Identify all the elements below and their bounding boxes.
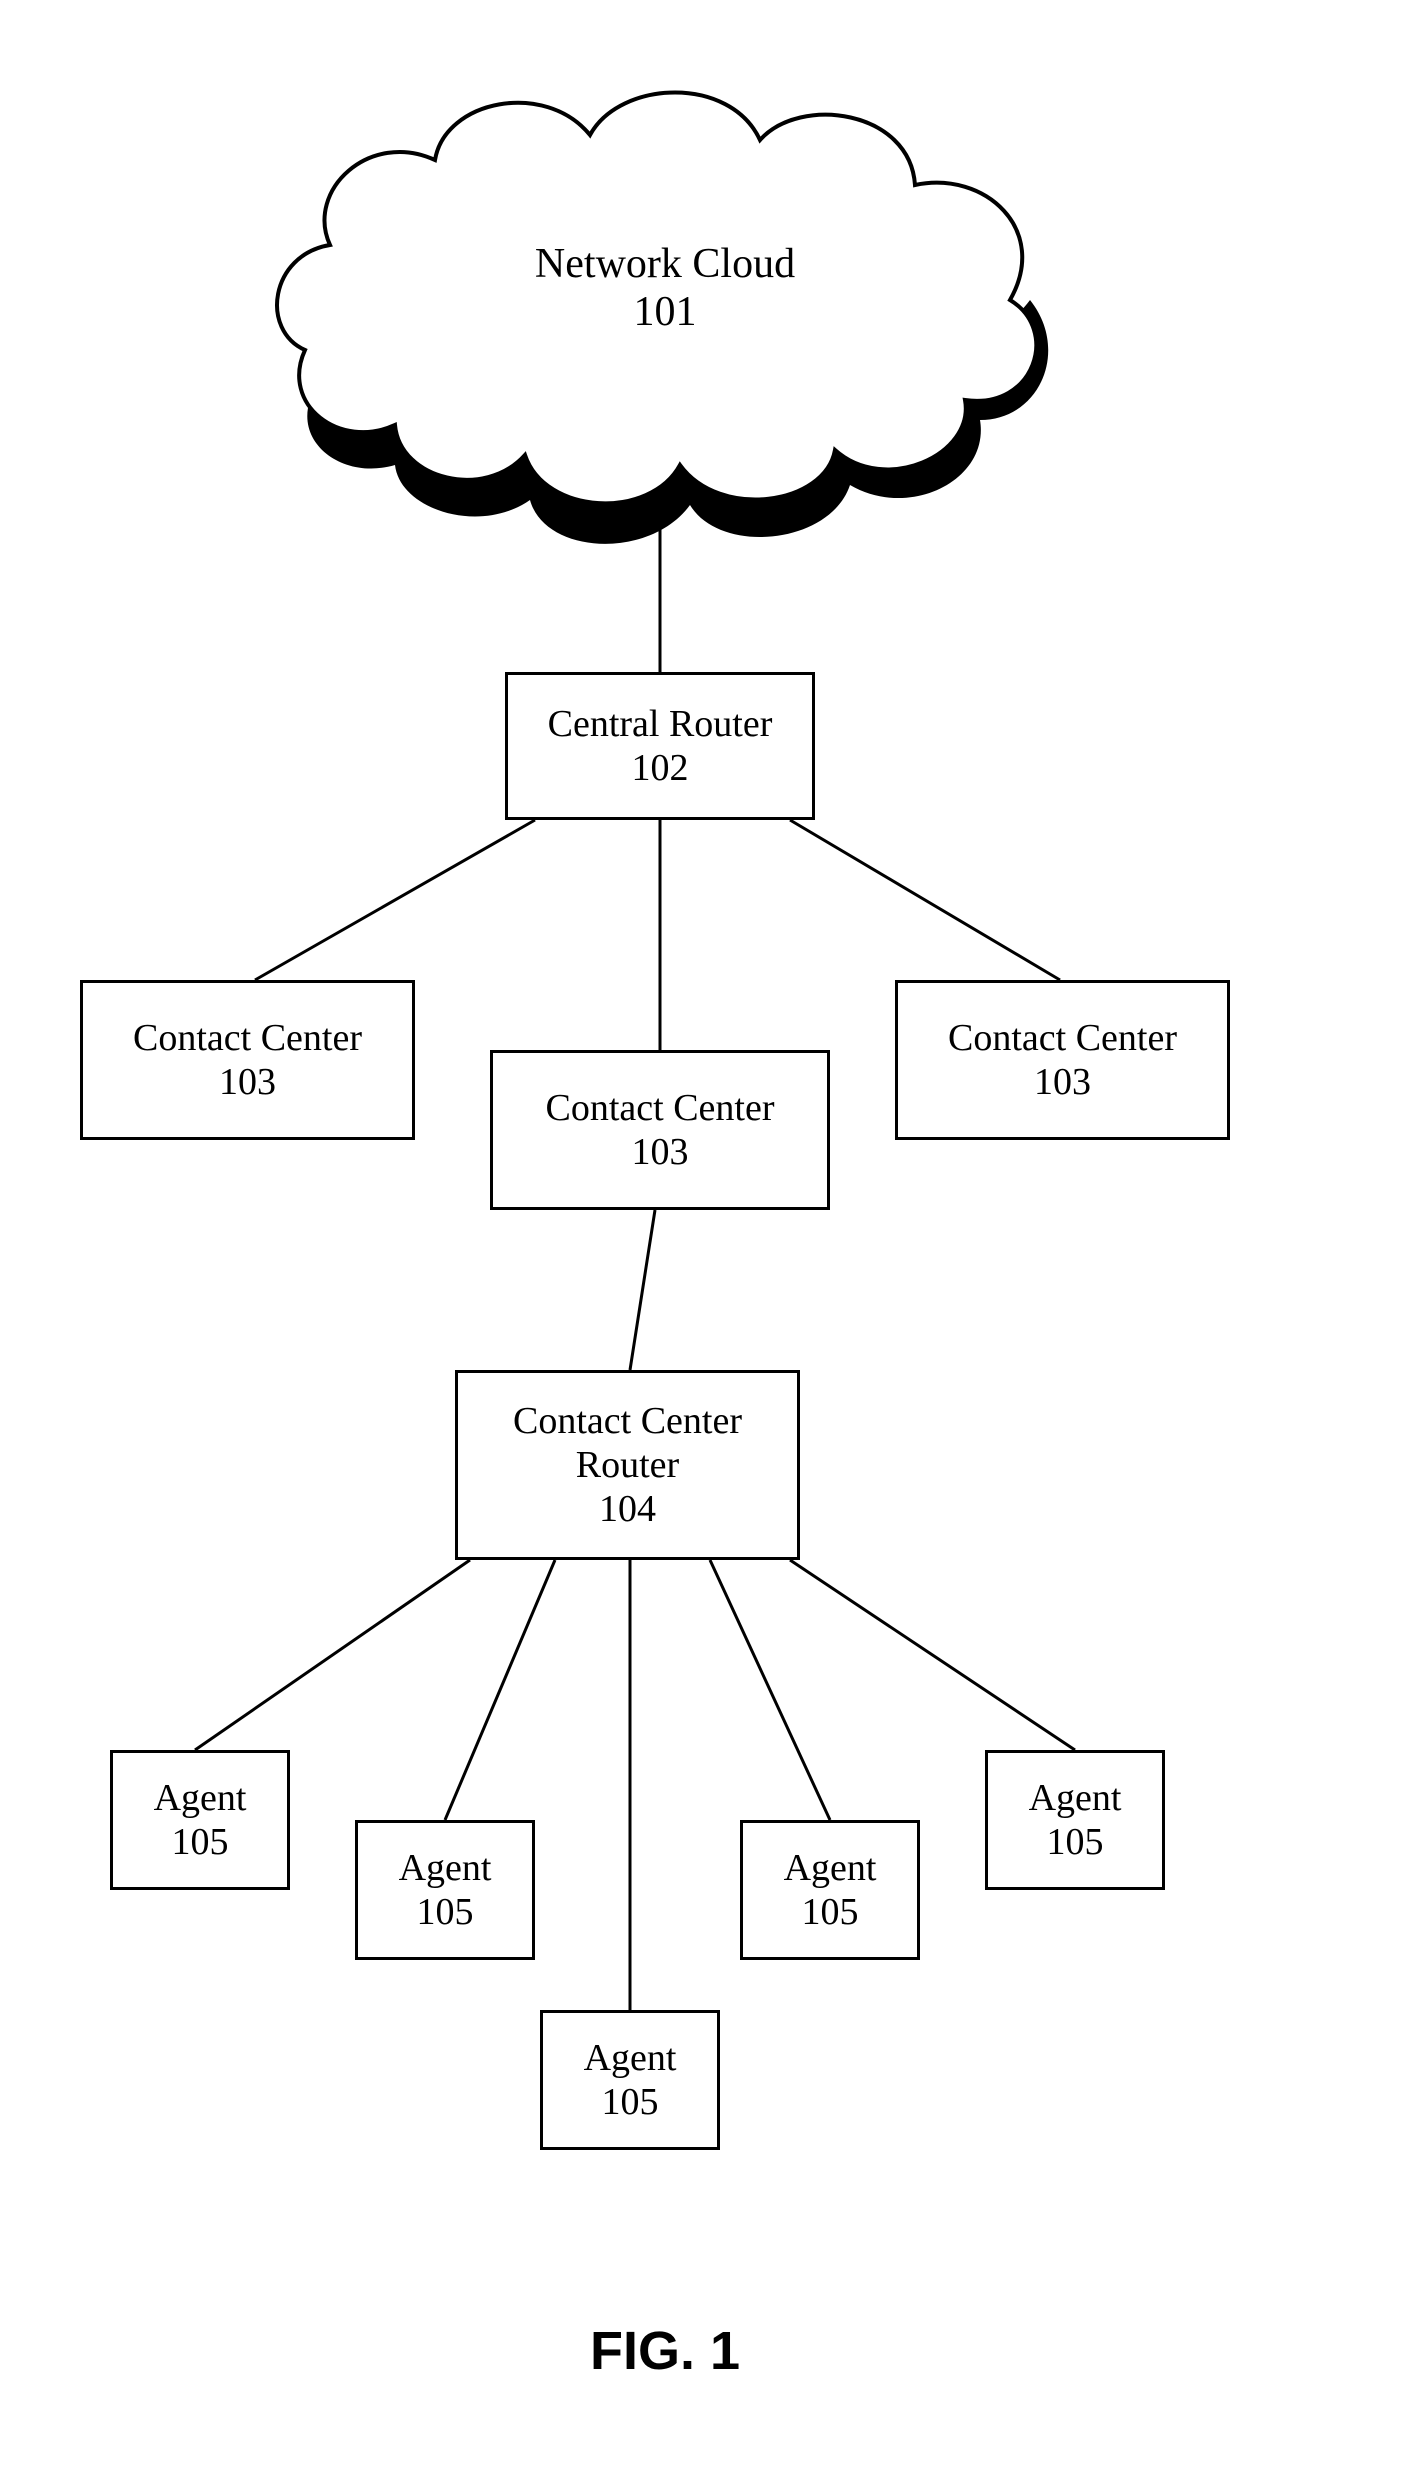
cc-right-ref: 103 <box>1034 1060 1091 1104</box>
agent3-title: Agent <box>584 2036 677 2080</box>
cc-mid-ref: 103 <box>632 1130 689 1174</box>
figure-caption: FIG. 1 <box>590 2320 740 2382</box>
agent5-title: Agent <box>1029 1776 1122 1820</box>
cc-mid-title: Contact Center <box>546 1086 775 1130</box>
agent-2-node: Agent 105 <box>355 1820 535 1960</box>
central-router-ref: 102 <box>632 746 689 790</box>
agent2-ref: 105 <box>417 1890 474 1934</box>
cc-router-ref: 104 <box>599 1487 656 1531</box>
central-router-node: Central Router 102 <box>505 672 815 820</box>
agent-3-node: Agent 105 <box>540 2010 720 2150</box>
agent-4-node: Agent 105 <box>740 1820 920 1960</box>
cc-right-title: Contact Center <box>948 1016 1177 1060</box>
contact-center-left-node: Contact Center 103 <box>80 980 415 1140</box>
agent4-title: Agent <box>784 1846 877 1890</box>
agent-1-node: Agent 105 <box>110 1750 290 1890</box>
cc-left-title: Contact Center <box>133 1016 362 1060</box>
central-router-title: Central Router <box>548 702 773 746</box>
contact-center-router-node: Contact Center Router 104 <box>455 1370 800 1560</box>
contact-center-mid-node: Contact Center 103 <box>490 1050 830 1210</box>
agent4-ref: 105 <box>802 1890 859 1934</box>
agent1-ref: 105 <box>172 1820 229 1864</box>
agent3-ref: 105 <box>602 2080 659 2124</box>
cloud-title: Network Cloud <box>505 240 825 288</box>
contact-center-right-node: Contact Center 103 <box>895 980 1230 1140</box>
cloud-node: Network Cloud 101 <box>505 240 825 336</box>
agent-5-node: Agent 105 <box>985 1750 1165 1890</box>
agent2-title: Agent <box>399 1846 492 1890</box>
cc-router-title: Contact Center Router <box>458 1399 797 1487</box>
agent1-title: Agent <box>154 1776 247 1820</box>
cc-left-ref: 103 <box>219 1060 276 1104</box>
cloud-ref: 101 <box>505 288 825 336</box>
agent5-ref: 105 <box>1047 1820 1104 1864</box>
diagram-canvas: Network Cloud 101 Central Router 102 Con… <box>0 0 1411 2490</box>
